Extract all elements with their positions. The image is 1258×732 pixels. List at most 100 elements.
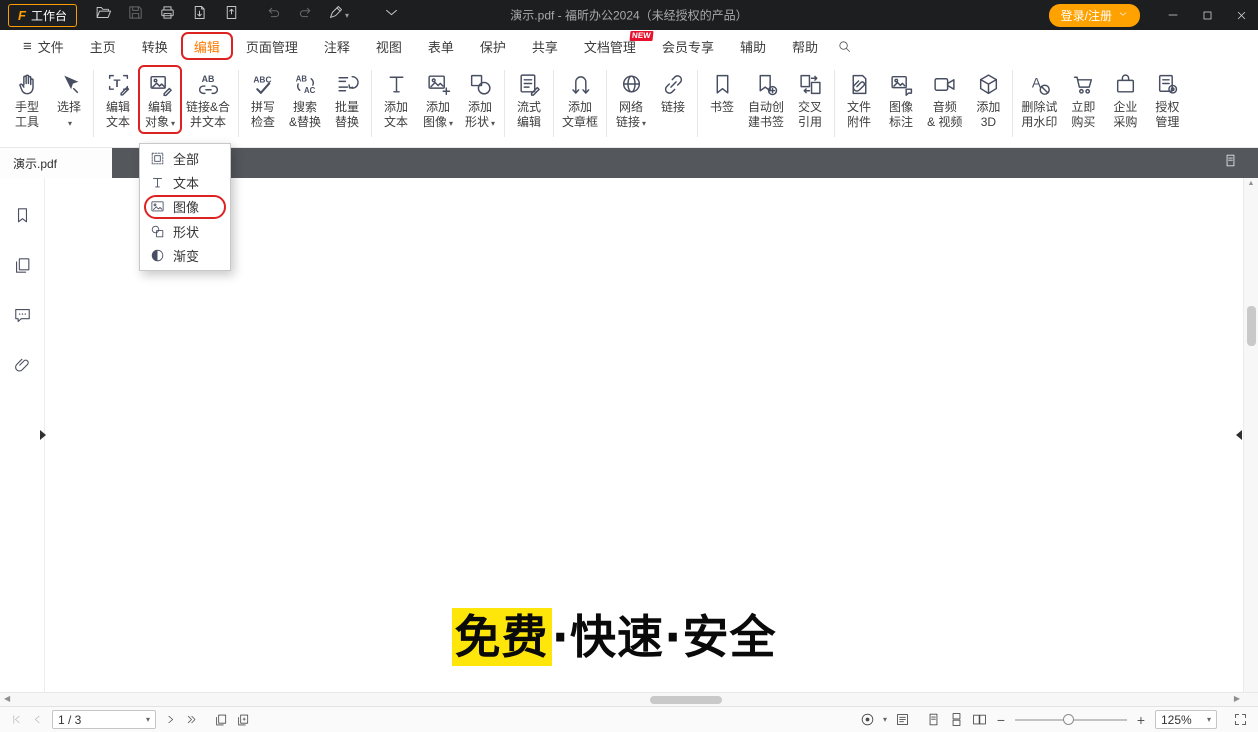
dropdown-item-gradient[interactable]: 渐变 xyxy=(140,244,230,268)
print-button[interactable] xyxy=(153,3,183,27)
snapshot-button[interactable] xyxy=(214,713,228,727)
ribbon-label: 链接&合 xyxy=(186,100,230,115)
share-button[interactable] xyxy=(217,3,247,27)
redo-button[interactable] xyxy=(291,3,321,27)
first-page-button[interactable] xyxy=(10,713,23,726)
menu-item-comment[interactable]: 注释 xyxy=(311,30,363,62)
export-button[interactable] xyxy=(185,3,215,27)
menu-item-file[interactable]: ≡文件 xyxy=(10,30,77,62)
minimize-button[interactable] xyxy=(1156,0,1190,30)
ribbon-label: 采购 xyxy=(1113,115,1137,130)
ribbon-button-hand-tool[interactable]: 手型工具 xyxy=(6,66,48,132)
ribbon-button-cross-reference[interactable]: 交叉引用 xyxy=(789,66,831,132)
text-viewer-button[interactable] xyxy=(895,712,910,727)
sidebar-pages-button[interactable] xyxy=(13,256,32,280)
ribbon-button-file-attachment[interactable]: 文件附件 xyxy=(838,66,880,132)
ribbon-button-auto-bookmark[interactable]: 自动创建书签 xyxy=(743,66,789,132)
ribbon-button-flow-edit[interactable]: 流式编辑 xyxy=(508,66,550,132)
login-register-button[interactable]: 登录/注册 xyxy=(1049,4,1140,27)
ribbon-button-web-link[interactable]: 网络链接▾ xyxy=(610,66,652,133)
close-button[interactable] xyxy=(1224,0,1258,30)
menu-item-home[interactable]: 主页 xyxy=(77,30,129,62)
ribbon-button-add-text[interactable]: 添加文本 xyxy=(375,66,417,132)
add-text-icon xyxy=(384,68,409,100)
menu-item-help[interactable]: 帮助 xyxy=(779,30,831,62)
menu-item-member[interactable]: 会员专享 xyxy=(649,30,727,62)
save-button[interactable] xyxy=(121,3,151,27)
vertical-scroll-thumb[interactable] xyxy=(1247,306,1256,346)
search-rep-icon: ABAC xyxy=(293,68,318,100)
ribbon-button-batch-replace[interactable]: 批量替换 xyxy=(326,66,368,132)
menu-item-protect[interactable]: 保护 xyxy=(467,30,519,62)
next-page-button[interactable] xyxy=(164,713,177,726)
ribbon-label: 编辑 xyxy=(517,115,541,130)
undo-button[interactable] xyxy=(259,3,289,27)
clipboard-button[interactable] xyxy=(236,713,250,727)
menu-item-doc-manage[interactable]: 文档管理NEW xyxy=(571,30,649,62)
pen-setting-button[interactable]: ▾ xyxy=(323,3,353,27)
zoom-level-combobox[interactable]: 125% ▾ xyxy=(1155,710,1217,729)
scroll-right-arrow[interactable]: ▶ xyxy=(1234,694,1240,703)
zoom-slider-knob[interactable] xyxy=(1063,714,1074,725)
menu-item-form[interactable]: 表单 xyxy=(415,30,467,62)
ribbon-button-buy-now[interactable]: 立即购买 xyxy=(1062,66,1104,132)
ribbon-label: 删除试 xyxy=(1021,100,1057,115)
dropdown-item-image[interactable]: 图像 xyxy=(140,195,230,219)
ribbon-button-image-annotation[interactable]: 图像标注 xyxy=(880,66,922,132)
vertical-scrollbar[interactable]: ▲ xyxy=(1243,178,1258,692)
ribbon-button-search-replace[interactable]: ABAC搜索&替换 xyxy=(284,66,326,132)
zoom-in-button[interactable]: + xyxy=(1135,712,1147,728)
menu-item-edit[interactable]: 编辑 xyxy=(181,30,233,62)
continuous-view-button[interactable] xyxy=(949,712,964,727)
last-page-button[interactable] xyxy=(185,713,198,726)
maximize-button[interactable] xyxy=(1190,0,1224,30)
ribbon-button-add-image[interactable]: 添加图像▾ xyxy=(417,66,459,133)
ribbon-button-edit-object[interactable]: 编辑对象▾ xyxy=(139,66,181,133)
open-button[interactable] xyxy=(89,3,119,27)
ribbon-button-bookmark[interactable]: 书签 xyxy=(701,66,743,117)
ribbon-button-add-article-box[interactable]: 添加文章框 xyxy=(557,66,603,132)
ribbon-button-link[interactable]: 链接 xyxy=(652,66,694,117)
ribbon-button-select[interactable]: 选择▾ xyxy=(48,66,90,133)
ribbon-button-spell-check[interactable]: ABC拼写检查 xyxy=(242,66,284,132)
menu-item-page-manage[interactable]: 页面管理 xyxy=(233,30,311,62)
view-mode-button[interactable] xyxy=(860,712,875,727)
ribbon-separator xyxy=(606,70,607,137)
zoom-out-button[interactable]: − xyxy=(995,712,1007,728)
ribbon-button-audio-video[interactable]: 音频& 视频 xyxy=(922,66,967,132)
horizontal-scroll-thumb[interactable] xyxy=(650,696,722,704)
page-view-icon[interactable] xyxy=(1223,153,1238,173)
ribbon-button-license-manage[interactable]: 授权管理 xyxy=(1146,66,1188,132)
menu-item-share[interactable]: 共享 xyxy=(519,30,571,62)
fullscreen-button[interactable] xyxy=(1233,712,1248,727)
collapse-toolbar-button[interactable] xyxy=(377,3,407,27)
sidebar-collapse-arrow[interactable] xyxy=(40,430,46,440)
single-page-view-button[interactable] xyxy=(926,712,941,727)
menu-item-convert[interactable]: 转换 xyxy=(129,30,181,62)
ribbon-button-edit-text[interactable]: T编辑文本 xyxy=(97,66,139,132)
ribbon-button-enterprise-purchase[interactable]: 企业采购 xyxy=(1104,66,1146,132)
ribbon-button-link-merge-text[interactable]: AB链接&合并文本 xyxy=(181,66,235,132)
ribbon-button-add-3d[interactable]: 添加3D xyxy=(967,66,1009,132)
menu-item-view[interactable]: 视图 xyxy=(363,30,415,62)
prev-page-button[interactable] xyxy=(31,713,44,726)
document-tab[interactable]: 演示.pdf xyxy=(0,148,112,178)
zoom-slider[interactable] xyxy=(1015,713,1127,727)
dropdown-item-shape[interactable]: 形状 xyxy=(140,219,230,243)
ribbon-button-add-shape[interactable]: 添加形状▾ xyxy=(459,66,501,133)
search-icon[interactable] xyxy=(837,39,852,54)
ribbon-button-remove-trial-watermark[interactable]: A删除试用水印 xyxy=(1016,66,1062,132)
scroll-left-arrow[interactable]: ◀ xyxy=(4,694,10,703)
dropdown-item-text[interactable]: 文本 xyxy=(140,170,230,194)
workspace-button[interactable]: F 工作台 xyxy=(8,4,77,27)
page-number-combobox[interactable]: 1 / 3 ▾ xyxy=(52,710,156,729)
horizontal-scrollbar[interactable]: ◀ ▶ xyxy=(0,692,1258,706)
menu-item-assist[interactable]: 辅助 xyxy=(727,30,779,62)
rightpanel-collapse-arrow[interactable] xyxy=(1236,430,1242,440)
sidebar-attachments-button[interactable] xyxy=(13,356,32,380)
scroll-up-arrow[interactable]: ▲ xyxy=(1244,180,1258,187)
dropdown-item-all[interactable]: 全部 xyxy=(140,146,230,170)
sidebar-comments-button[interactable] xyxy=(13,306,32,330)
facing-pages-view-button[interactable] xyxy=(972,712,987,727)
sidebar-bookmarks-button[interactable] xyxy=(13,206,32,230)
